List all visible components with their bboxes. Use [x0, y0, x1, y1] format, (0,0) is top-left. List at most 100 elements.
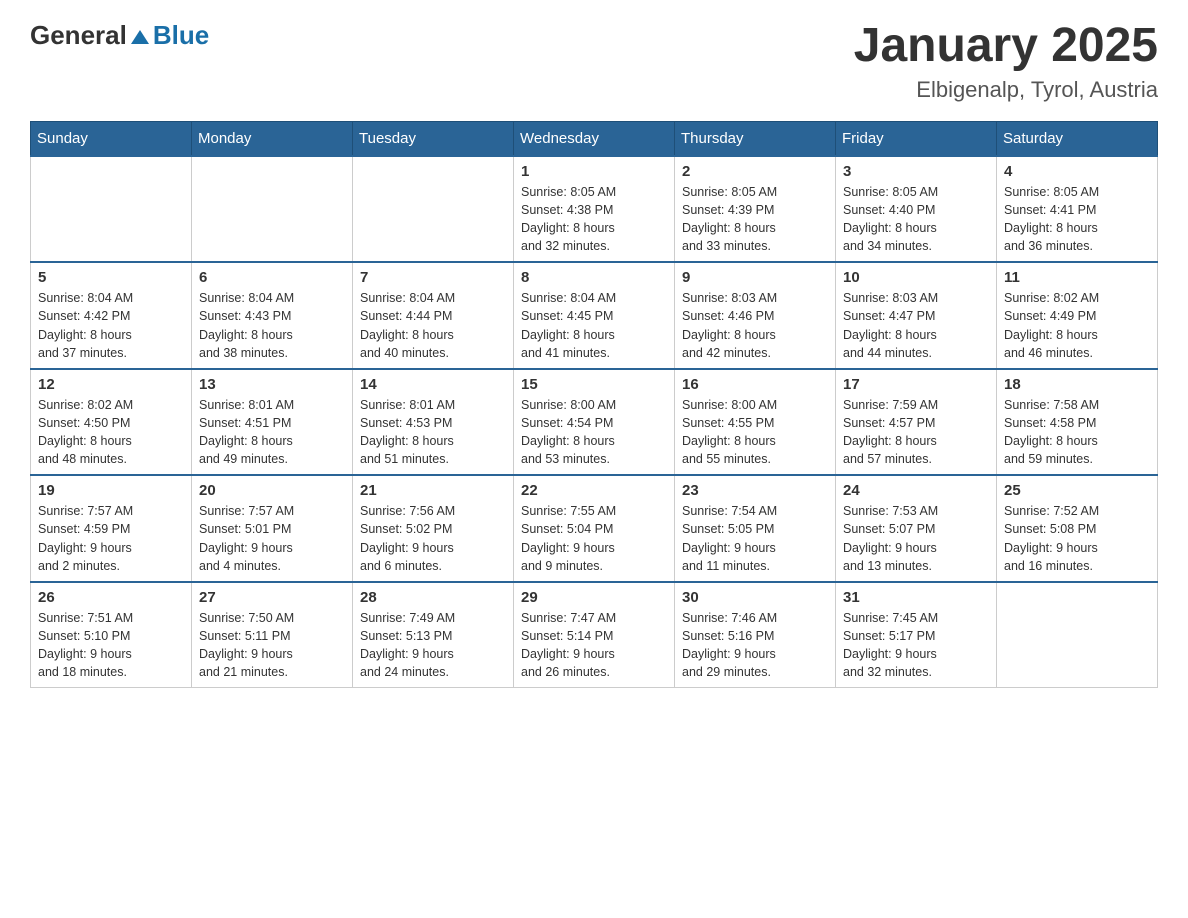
calendar-cell	[192, 156, 353, 263]
header-wednesday: Wednesday	[514, 121, 675, 156]
day-number: 2	[682, 163, 828, 180]
logo-blue-text: Blue	[153, 20, 209, 51]
calendar-cell	[353, 156, 514, 263]
calendar-cell: 28 Sunrise: 7:49 AM Sunset: 5:13 PM Dayli…	[353, 582, 514, 688]
logo: General Blue	[30, 20, 209, 51]
day-info: Sunrise: 7:50 AM Sunset: 5:11 PM Dayligh…	[199, 609, 345, 682]
day-info: Sunrise: 8:04 AM Sunset: 4:43 PM Dayligh…	[199, 289, 345, 362]
day-info: Sunrise: 7:56 AM Sunset: 5:02 PM Dayligh…	[360, 502, 506, 575]
day-info: Sunrise: 8:05 AM Sunset: 4:38 PM Dayligh…	[521, 183, 667, 256]
day-number: 4	[1004, 163, 1150, 180]
day-info: Sunrise: 7:49 AM Sunset: 5:13 PM Dayligh…	[360, 609, 506, 682]
day-number: 17	[843, 376, 989, 393]
day-info: Sunrise: 7:51 AM Sunset: 5:10 PM Dayligh…	[38, 609, 184, 682]
day-number: 9	[682, 269, 828, 286]
calendar-cell: 26 Sunrise: 7:51 AM Sunset: 5:10 PM Dayli…	[31, 582, 192, 688]
day-number: 3	[843, 163, 989, 180]
calendar-cell: 30 Sunrise: 7:46 AM Sunset: 5:16 PM Dayli…	[675, 582, 836, 688]
header-sunday: Sunday	[31, 121, 192, 156]
day-number: 23	[682, 482, 828, 499]
day-number: 11	[1004, 269, 1150, 286]
calendar-week-row: 26 Sunrise: 7:51 AM Sunset: 5:10 PM Dayli…	[31, 582, 1158, 688]
day-number: 29	[521, 589, 667, 606]
header-monday: Monday	[192, 121, 353, 156]
calendar-cell: 21 Sunrise: 7:56 AM Sunset: 5:02 PM Dayli…	[353, 475, 514, 582]
day-info: Sunrise: 7:55 AM Sunset: 5:04 PM Dayligh…	[521, 502, 667, 575]
day-number: 26	[38, 589, 184, 606]
day-number: 18	[1004, 376, 1150, 393]
day-info: Sunrise: 8:04 AM Sunset: 4:45 PM Dayligh…	[521, 289, 667, 362]
header-thursday: Thursday	[675, 121, 836, 156]
calendar-cell: 11 Sunrise: 8:02 AM Sunset: 4:49 PM Dayli…	[997, 262, 1158, 369]
day-info: Sunrise: 8:05 AM Sunset: 4:39 PM Dayligh…	[682, 183, 828, 256]
day-info: Sunrise: 8:04 AM Sunset: 4:42 PM Dayligh…	[38, 289, 184, 362]
day-number: 20	[199, 482, 345, 499]
calendar-cell	[997, 582, 1158, 688]
weekday-header-row: Sunday Monday Tuesday Wednesday Thursday…	[31, 121, 1158, 156]
calendar-cell: 5Sunrise: 8:04 AM Sunset: 4:42 PM Daylig…	[31, 262, 192, 369]
calendar-cell: 23 Sunrise: 7:54 AM Sunset: 5:05 PM Dayli…	[675, 475, 836, 582]
day-info: Sunrise: 7:53 AM Sunset: 5:07 PM Dayligh…	[843, 502, 989, 575]
day-info: Sunrise: 8:01 AM Sunset: 4:51 PM Dayligh…	[199, 396, 345, 469]
day-number: 12	[38, 376, 184, 393]
calendar-cell: 22 Sunrise: 7:55 AM Sunset: 5:04 PM Dayli…	[514, 475, 675, 582]
header-friday: Friday	[836, 121, 997, 156]
calendar-cell: 17Sunrise: 7:59 AM Sunset: 4:57 PM Dayli…	[836, 369, 997, 476]
calendar-cell: 8 Sunrise: 8:04 AM Sunset: 4:45 PM Daylig…	[514, 262, 675, 369]
day-info: Sunrise: 7:54 AM Sunset: 5:05 PM Dayligh…	[682, 502, 828, 575]
calendar-week-row: 5Sunrise: 8:04 AM Sunset: 4:42 PM Daylig…	[31, 262, 1158, 369]
day-number: 13	[199, 376, 345, 393]
calendar-cell: 29Sunrise: 7:47 AM Sunset: 5:14 PM Dayli…	[514, 582, 675, 688]
calendar-cell: 25Sunrise: 7:52 AM Sunset: 5:08 PM Dayli…	[997, 475, 1158, 582]
calendar-cell: 9Sunrise: 8:03 AM Sunset: 4:46 PM Daylig…	[675, 262, 836, 369]
calendar-cell: 18Sunrise: 7:58 AM Sunset: 4:58 PM Dayli…	[997, 369, 1158, 476]
calendar-cell: 27 Sunrise: 7:50 AM Sunset: 5:11 PM Dayli…	[192, 582, 353, 688]
logo-triangle-icon	[131, 28, 149, 46]
logo-general-text: General	[30, 20, 127, 51]
calendar-title: January 2025	[854, 20, 1158, 73]
day-info: Sunrise: 7:46 AM Sunset: 5:16 PM Dayligh…	[682, 609, 828, 682]
day-number: 10	[843, 269, 989, 286]
day-number: 15	[521, 376, 667, 393]
day-info: Sunrise: 7:57 AM Sunset: 5:01 PM Dayligh…	[199, 502, 345, 575]
calendar-cell: 13 Sunrise: 8:01 AM Sunset: 4:51 PM Dayli…	[192, 369, 353, 476]
day-number: 16	[682, 376, 828, 393]
calendar-subtitle: Elbigenalp, Tyrol, Austria	[854, 77, 1158, 103]
calendar-cell: 15Sunrise: 8:00 AM Sunset: 4:54 PM Dayli…	[514, 369, 675, 476]
day-info: Sunrise: 7:45 AM Sunset: 5:17 PM Dayligh…	[843, 609, 989, 682]
day-number: 22	[521, 482, 667, 499]
calendar-week-row: 12Sunrise: 8:02 AM Sunset: 4:50 PM Dayli…	[31, 369, 1158, 476]
calendar-cell: 31 Sunrise: 7:45 AM Sunset: 5:17 PM Dayli…	[836, 582, 997, 688]
calendar-cell: 2 Sunrise: 8:05 AM Sunset: 4:39 PM Daylig…	[675, 156, 836, 263]
calendar-cell: 3 Sunrise: 8:05 AM Sunset: 4:40 PM Daylig…	[836, 156, 997, 263]
day-number: 31	[843, 589, 989, 606]
header-saturday: Saturday	[997, 121, 1158, 156]
day-info: Sunrise: 8:00 AM Sunset: 4:55 PM Dayligh…	[682, 396, 828, 469]
page-header: General Blue January 2025 Elbigenalp, Ty…	[30, 20, 1158, 103]
calendar-cell: 7 Sunrise: 8:04 AM Sunset: 4:44 PM Daylig…	[353, 262, 514, 369]
day-number: 7	[360, 269, 506, 286]
day-info: Sunrise: 8:02 AM Sunset: 4:49 PM Dayligh…	[1004, 289, 1150, 362]
day-number: 28	[360, 589, 506, 606]
header-tuesday: Tuesday	[353, 121, 514, 156]
calendar-cell: 4 Sunrise: 8:05 AM Sunset: 4:41 PM Daylig…	[997, 156, 1158, 263]
day-info: Sunrise: 8:01 AM Sunset: 4:53 PM Dayligh…	[360, 396, 506, 469]
day-info: Sunrise: 7:52 AM Sunset: 5:08 PM Dayligh…	[1004, 502, 1150, 575]
day-number: 6	[199, 269, 345, 286]
day-number: 8	[521, 269, 667, 286]
calendar-cell: 14Sunrise: 8:01 AM Sunset: 4:53 PM Dayli…	[353, 369, 514, 476]
calendar-table: Sunday Monday Tuesday Wednesday Thursday…	[30, 121, 1158, 689]
calendar-cell: 16 Sunrise: 8:00 AM Sunset: 4:55 PM Dayli…	[675, 369, 836, 476]
calendar-cell: 24Sunrise: 7:53 AM Sunset: 5:07 PM Dayli…	[836, 475, 997, 582]
day-info: Sunrise: 8:05 AM Sunset: 4:41 PM Dayligh…	[1004, 183, 1150, 256]
day-number: 21	[360, 482, 506, 499]
calendar-cell: 20 Sunrise: 7:57 AM Sunset: 5:01 PM Dayli…	[192, 475, 353, 582]
day-number: 19	[38, 482, 184, 499]
day-number: 30	[682, 589, 828, 606]
calendar-cell: 6 Sunrise: 8:04 AM Sunset: 4:43 PM Daylig…	[192, 262, 353, 369]
day-info: Sunrise: 8:05 AM Sunset: 4:40 PM Dayligh…	[843, 183, 989, 256]
title-area: January 2025 Elbigenalp, Tyrol, Austria	[854, 20, 1158, 103]
day-info: Sunrise: 8:04 AM Sunset: 4:44 PM Dayligh…	[360, 289, 506, 362]
calendar-week-row: 19Sunrise: 7:57 AM Sunset: 4:59 PM Dayli…	[31, 475, 1158, 582]
day-number: 27	[199, 589, 345, 606]
